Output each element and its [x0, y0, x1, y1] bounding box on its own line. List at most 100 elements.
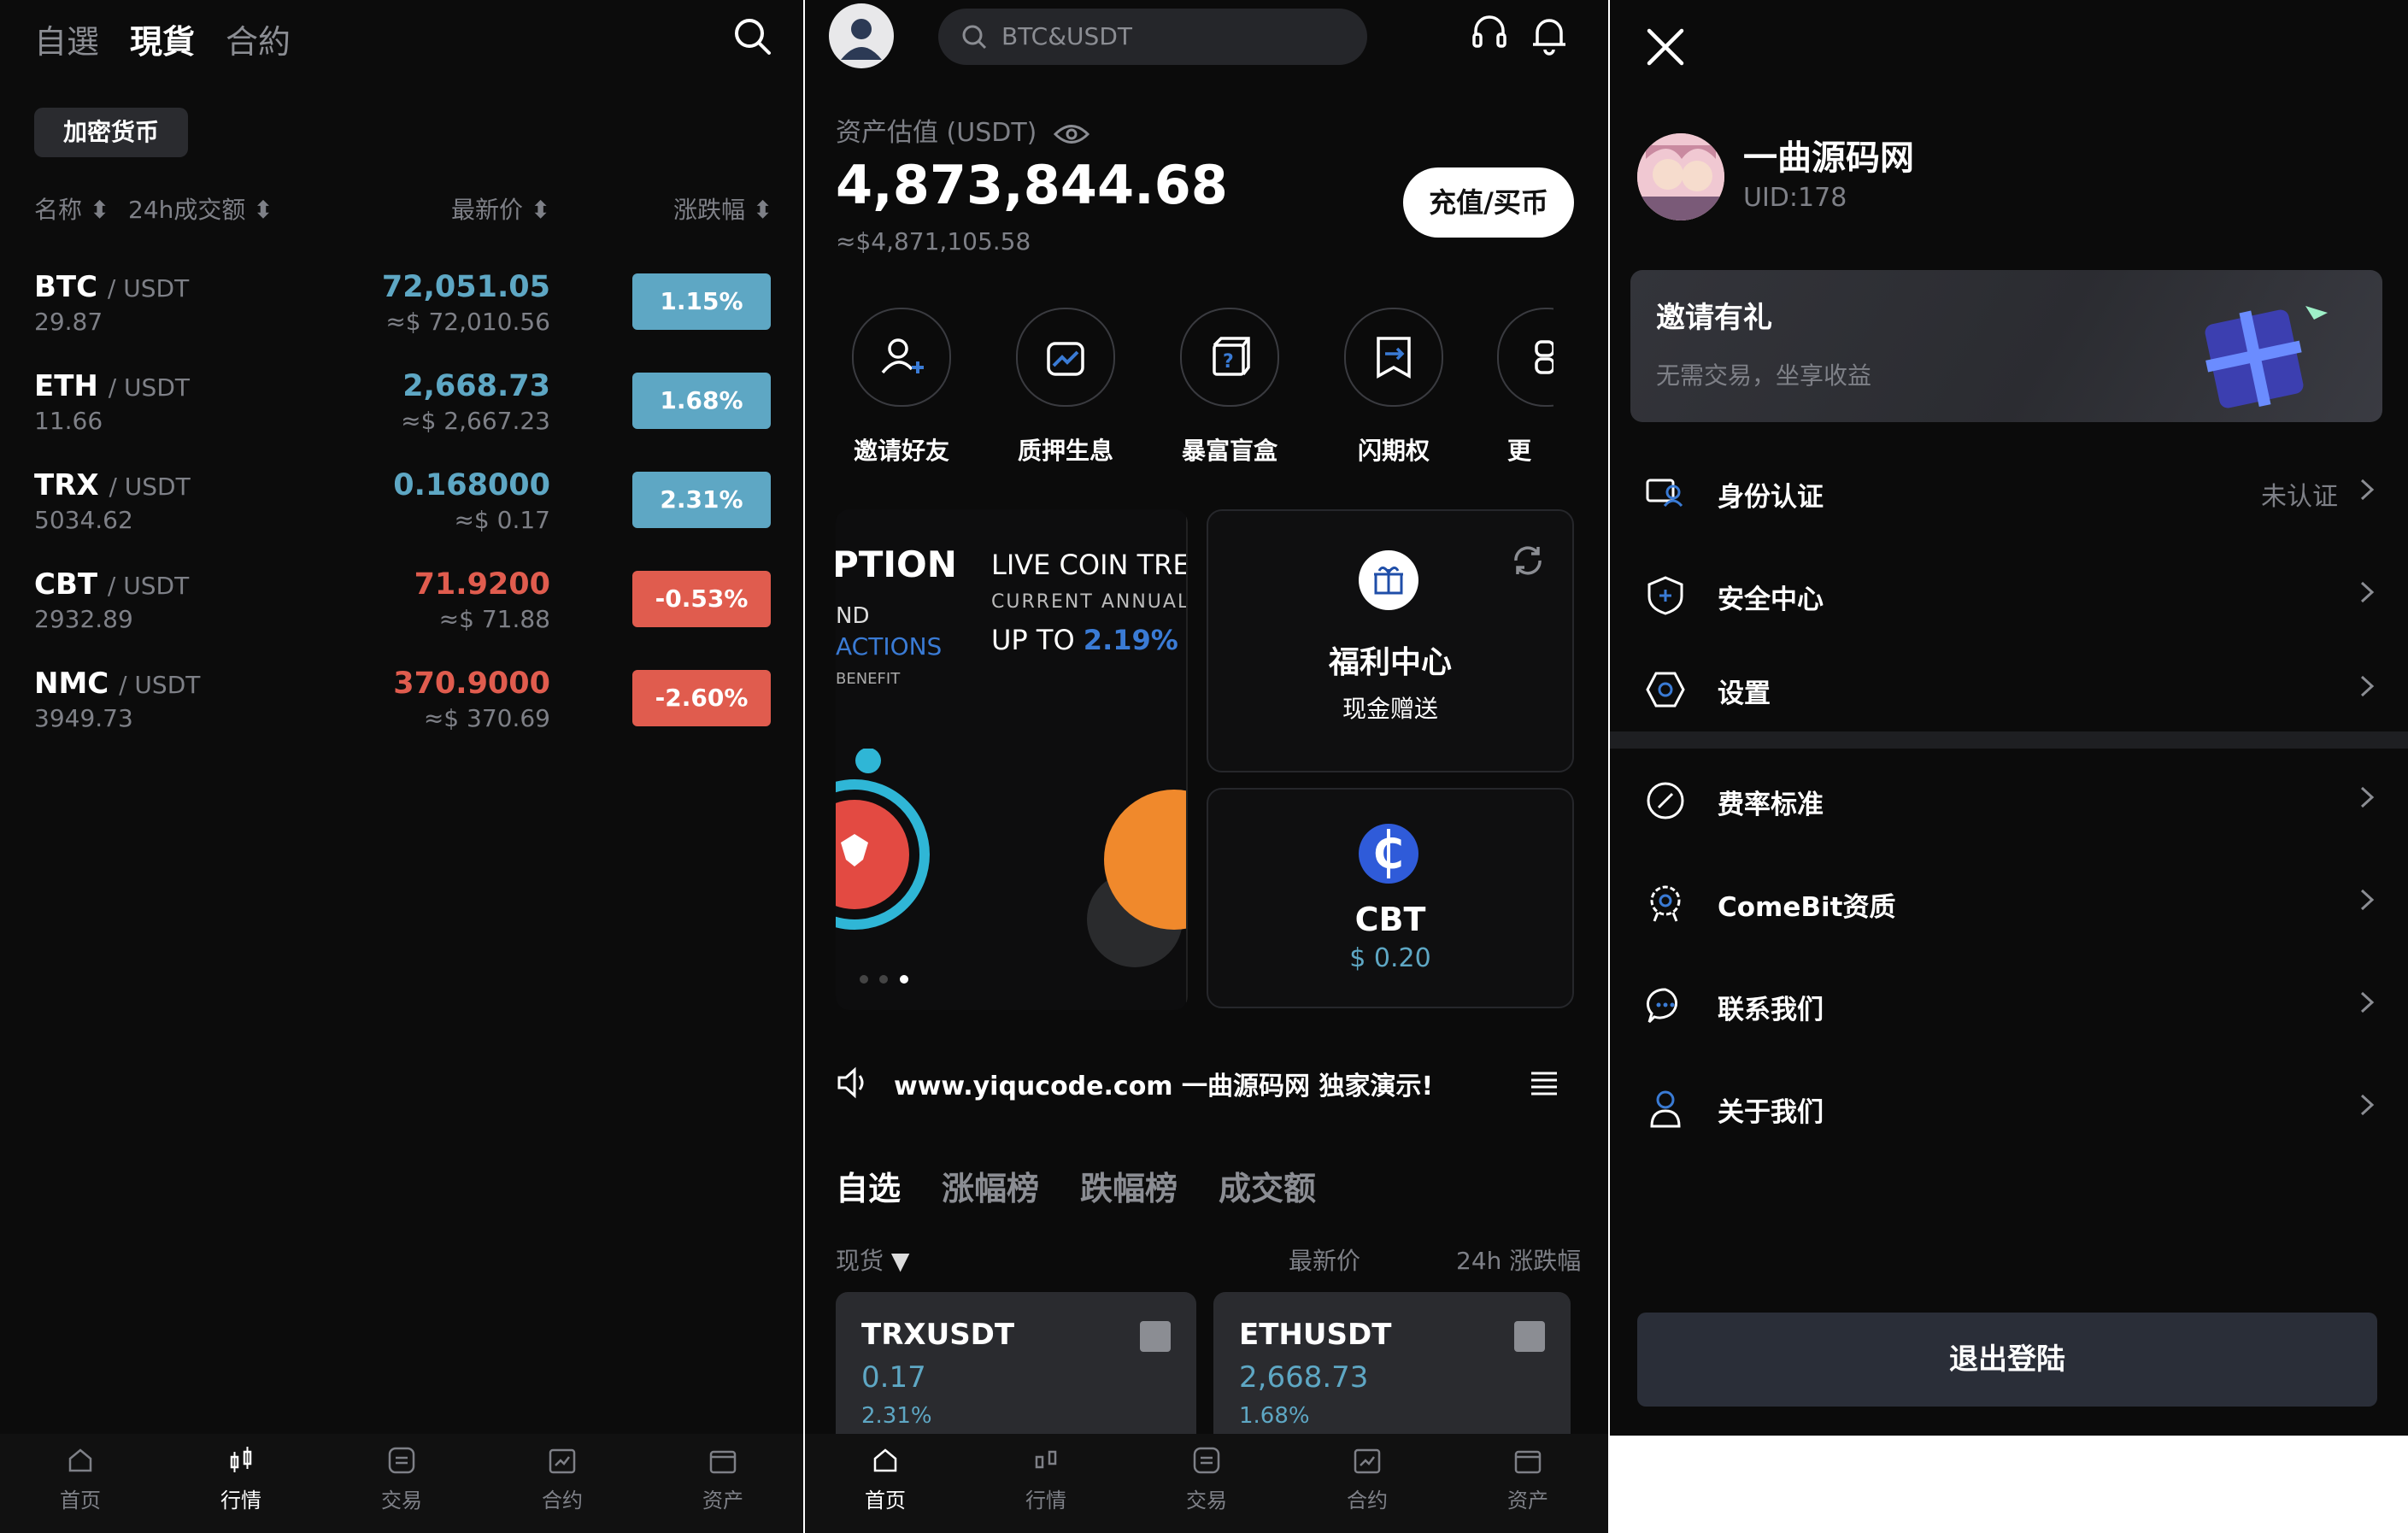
menu-item[interactable]: 费率标准 — [1644, 757, 2379, 843]
shield-icon — [1647, 576, 1683, 615]
nav-home[interactable]: 首页 — [805, 1442, 966, 1513]
pair-price: 72,051.05 — [381, 270, 550, 304]
chevron-right-icon — [2360, 786, 2375, 808]
pair-symbol: ETH / USDT — [34, 369, 190, 403]
pair-change-badge[interactable]: 1.15% — [632, 273, 771, 330]
chart-bag-icon — [1047, 342, 1084, 376]
action-invite[interactable]: 邀请好友 — [829, 308, 974, 467]
market-row[interactable]: NMC / USDT 3949.73 370.9000 ≈$ 370.69 -2.60% — [0, 667, 803, 766]
menu-item[interactable]: ComeBit资质 — [1644, 860, 2379, 945]
market-row[interactable]: BTC / USDT 29.87 72,051.05 ≈$ 72,010.56 1.15… — [0, 270, 803, 369]
nav-futures[interactable]: 合约 — [1287, 1442, 1448, 1513]
banner-divider — [1186, 509, 1188, 1010]
menu-item-status: 未认证 — [2261, 482, 2338, 512]
tab-losers[interactable]: 跌幅榜 — [1080, 1162, 1178, 1209]
tab-watchlist[interactable]: 自選 — [34, 15, 99, 62]
menu-item[interactable]: 关于我们 — [1644, 1065, 2379, 1150]
logout-button[interactable]: 退出登陆 — [1637, 1313, 2377, 1407]
action-staking[interactable]: 质押生息 — [993, 308, 1138, 467]
menu-item[interactable]: 安全中心 — [1644, 552, 2379, 637]
profile-avatar[interactable] — [1637, 133, 1724, 220]
notice-text[interactable]: www.yiqucode.com 一曲源码网 独家演示! — [894, 1065, 1433, 1102]
pair-symbol: TRX / USDT — [34, 468, 191, 502]
close-icon[interactable] — [1644, 26, 1687, 68]
home-panel: BTC&USDT 资产估值 (USDT) 4,873,844.68 ≈$4,87… — [805, 0, 1608, 1533]
refresh-icon[interactable] — [1509, 542, 1547, 579]
pair-price: 71.9200 — [414, 567, 550, 602]
pair-change-badge[interactable]: 1.68% — [632, 373, 771, 429]
menu-item[interactable]: 设置 — [1644, 646, 2379, 731]
invite-banner[interactable]: 邀请有礼 无需交易，坐享收益 — [1630, 270, 2382, 422]
menu-item[interactable]: 联系我们 — [1644, 962, 2379, 1048]
welfare-card[interactable]: 福利中心 现金赠送 — [1207, 509, 1574, 772]
pair-volume: 3949.73 — [34, 704, 133, 732]
banner-live-title: LIVE COIN TRE — [991, 549, 1188, 581]
header-volume[interactable]: 24h成交额 ⬍ — [128, 191, 273, 226]
nav-assets[interactable]: 资产 — [1448, 1442, 1608, 1513]
header-price[interactable]: 最新价 ⬍ — [451, 191, 550, 226]
eye-icon[interactable] — [1053, 121, 1090, 147]
more-icon — [1535, 340, 1553, 374]
invite-title: 邀请有礼 — [1656, 301, 1772, 335]
category-chip[interactable]: 加密货币 — [34, 108, 188, 157]
pair-price: 370.9000 — [393, 667, 550, 701]
pair-usd-price: ≈$ 0.17 — [454, 506, 550, 534]
cbt-price: $ 0.20 — [1349, 943, 1431, 973]
menu-item-label: 身份认证 — [1718, 482, 1824, 513]
tab-volume[interactable]: 成交额 — [1219, 1162, 1316, 1209]
nav-markets[interactable]: 行情 — [966, 1442, 1126, 1513]
nav-home[interactable]: 首页 — [0, 1442, 161, 1513]
banner-sub-a: ND — [836, 603, 870, 629]
gift-box-illustration — [2205, 306, 2328, 408]
contract-icon — [1354, 1448, 1381, 1474]
settings-icon — [1646, 672, 1685, 708]
welfare-subtitle: 现金赠送 — [1342, 695, 1438, 723]
search-input[interactable]: BTC&USDT — [938, 9, 1367, 65]
profile-panel: 一曲源码网 UID:178 邀请有礼 无需交易，坐享收益 身份认证 未认证 安全中心… — [1610, 0, 2408, 1436]
list-icon[interactable] — [1530, 1068, 1559, 1097]
watch-card-checkbox[interactable] — [1514, 1321, 1545, 1352]
avatar[interactable] — [829, 3, 894, 68]
market-row[interactable]: TRX / USDT 5034.62 0.168000 ≈$ 0.17 2.31% — [0, 468, 803, 567]
chevron-right-icon — [2360, 479, 2375, 501]
pair-change-badge[interactable]: -0.53% — [632, 571, 771, 627]
profile-name: 一曲源码网 — [1743, 138, 1914, 178]
chevron-right-icon — [2360, 889, 2375, 911]
tab-futures[interactable]: 合約 — [226, 15, 291, 62]
cbt-card[interactable]: C CBT $ 0.20 — [1207, 788, 1574, 1008]
nav-futures[interactable]: 合约 — [482, 1442, 643, 1513]
pair-change-badge[interactable]: 2.31% — [632, 472, 771, 528]
menu-item[interactable]: 身份认证 未认证 — [1644, 449, 2379, 535]
market-row[interactable]: CBT / USDT 2932.89 71.9200 ≈$ 71.88 -0.53% — [0, 567, 803, 667]
spot-selector[interactable]: 现货 ▼ — [836, 1242, 909, 1277]
col-change: 24h 涨跌幅 — [1456, 1247, 1582, 1275]
headset-icon[interactable] — [1470, 12, 1509, 56]
search-icon[interactable] — [731, 15, 772, 56]
cbt-coin-icon: C — [1359, 824, 1418, 884]
nav-trade[interactable]: 交易 — [1126, 1442, 1287, 1513]
gift-icon — [1359, 550, 1418, 610]
menu-item-label: 费率标准 — [1718, 790, 1824, 820]
deposit-button[interactable]: 充值/买币 — [1403, 167, 1574, 238]
tab-spot[interactable]: 現貨 — [130, 15, 195, 62]
market-row[interactable]: ETH / USDT 11.66 2,668.73 ≈$ 2,667.23 1.68% — [0, 369, 803, 468]
action-options[interactable]: 闪期权 — [1321, 308, 1466, 467]
tab-gainers[interactable]: 涨幅榜 — [942, 1162, 1039, 1209]
flash-option-icon — [1377, 337, 1411, 379]
pair-volume: 29.87 — [34, 308, 103, 336]
pair-change-badge[interactable]: -2.60% — [632, 670, 771, 726]
nav-assets[interactable]: 资产 — [643, 1442, 803, 1513]
promo-banner[interactable]: PTION ND ACTIONS BENEFIT LIVE COIN TRE C… — [836, 509, 1188, 1010]
nav-trade[interactable]: 交易 — [321, 1442, 482, 1513]
bell-icon[interactable] — [1530, 12, 1569, 56]
action-blindbox[interactable]: ? 暴富盲盒 — [1157, 308, 1302, 467]
nav-markets[interactable]: 行情 — [161, 1442, 321, 1513]
header-change[interactable]: 涨跌幅 ⬍ — [673, 191, 772, 226]
action-more[interactable]: 更 — [1485, 308, 1553, 467]
pair-symbol: BTC / USDT — [34, 270, 190, 304]
markets-panel: 自選 現貨 合約 加密货币 名称 ⬍ 24h成交额 ⬍ 最新价 ⬍ 涨跌幅 ⬍ … — [0, 0, 803, 1533]
chevron-right-icon — [2360, 1094, 2375, 1116]
header-name[interactable]: 名称 ⬍ — [34, 191, 109, 226]
watch-card-checkbox[interactable] — [1140, 1321, 1171, 1352]
tab-favorites[interactable]: 自选 — [836, 1162, 901, 1209]
